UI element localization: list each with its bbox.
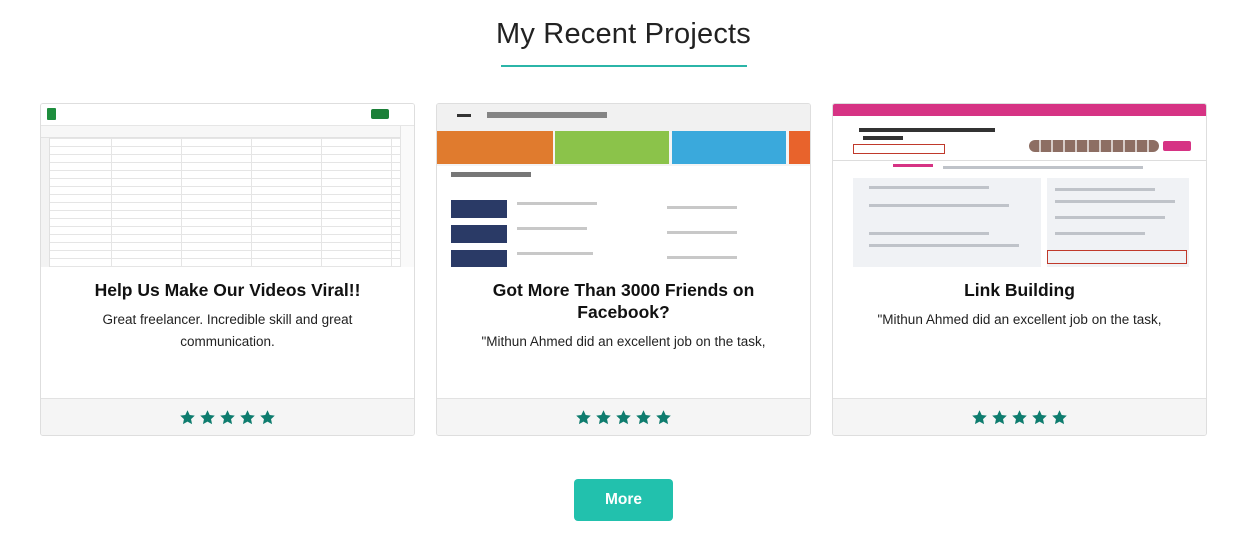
- rating-stars: [833, 398, 1206, 435]
- star-icon: [1012, 409, 1027, 424]
- star-icon: [616, 409, 631, 424]
- rating-stars: [437, 398, 810, 435]
- more-button[interactable]: More: [574, 479, 673, 521]
- star-icon: [636, 409, 651, 424]
- section-title: My Recent Projects: [495, 18, 751, 50]
- star-icon: [596, 409, 611, 424]
- project-thumbnail-spreadsheet[interactable]: [41, 104, 414, 267]
- rating-stars: [41, 398, 414, 435]
- star-icon: [1032, 409, 1047, 424]
- star-icon: [1052, 409, 1067, 424]
- star-icon: [576, 409, 591, 424]
- star-icon: [240, 409, 255, 424]
- star-icon: [220, 409, 235, 424]
- star-icon: [180, 409, 195, 424]
- project-card[interactable]: Link Building "Mithun Ahmed did an excel…: [832, 103, 1207, 436]
- project-title: Link Building: [964, 280, 1075, 300]
- project-thumbnail-page-insights[interactable]: [437, 104, 810, 267]
- project-card[interactable]: Got More Than 3000 Friends on Facebook? …: [436, 103, 811, 436]
- project-review: "Mithun Ahmed did an excellent job on th…: [877, 312, 1162, 327]
- project-review: Great freelancer. Incredible skill and g…: [102, 312, 353, 349]
- project-review: "Mithun Ahmed did an excellent job on th…: [481, 334, 766, 349]
- title-underline: [501, 65, 747, 67]
- project-card[interactable]: Help Us Make Our Videos Viral!! Great fr…: [40, 103, 415, 436]
- project-title: Help Us Make Our Videos Viral!!: [94, 280, 361, 300]
- star-icon: [656, 409, 671, 424]
- star-icon: [992, 409, 1007, 424]
- project-title: Got More Than 3000 Friends on Facebook?: [492, 280, 755, 322]
- project-thumbnail-facebook-group[interactable]: [833, 104, 1206, 267]
- star-icon: [260, 409, 275, 424]
- star-icon: [200, 409, 215, 424]
- star-icon: [972, 409, 987, 424]
